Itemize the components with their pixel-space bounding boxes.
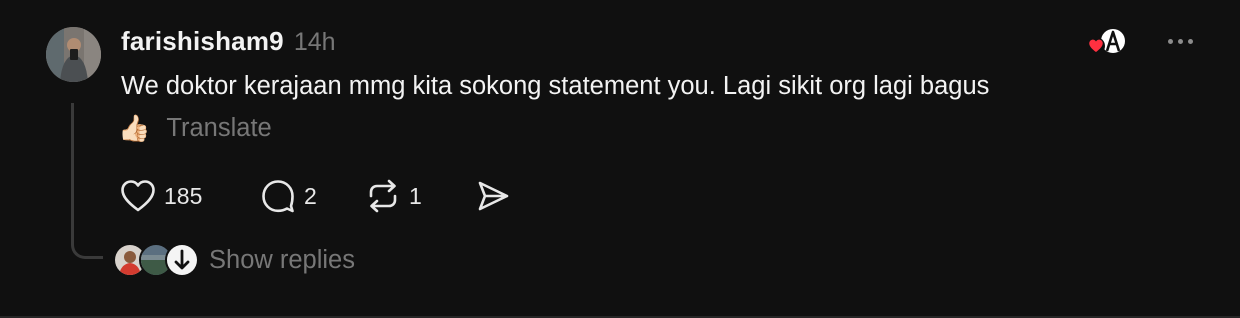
username[interactable]: farishisham9 bbox=[121, 26, 284, 57]
post-text: We doktor kerajaan mmg kita sokong state… bbox=[121, 72, 990, 100]
post-text-continued: 👍🏻 Translate bbox=[118, 112, 272, 144]
reply-button[interactable]: 2 bbox=[260, 178, 365, 214]
show-replies-link[interactable]: Show replies bbox=[209, 246, 355, 275]
replier-avatar bbox=[165, 243, 199, 277]
more-dot bbox=[1177, 38, 1183, 44]
more-dot bbox=[1187, 38, 1193, 44]
user-avatar[interactable] bbox=[46, 27, 101, 82]
heart-icon bbox=[121, 180, 155, 212]
repost-arrows-icon bbox=[369, 179, 397, 213]
comment-bubble-icon bbox=[262, 180, 294, 213]
avatar-image bbox=[46, 27, 101, 82]
like-button[interactable]: 185 bbox=[120, 179, 260, 213]
more-options-button[interactable] bbox=[1160, 28, 1200, 54]
thumbs-up-emoji: 👍🏻 bbox=[118, 113, 151, 143]
translate-link[interactable]: Translate bbox=[166, 114, 271, 143]
share-button[interactable] bbox=[475, 178, 511, 214]
reply-count: 2 bbox=[304, 182, 317, 209]
action-bar: 185 2 1 bbox=[120, 178, 511, 214]
post-header: farishisham9 14h bbox=[121, 26, 336, 57]
like-count: 185 bbox=[164, 182, 203, 209]
timestamp: 14h bbox=[293, 28, 336, 56]
thread-connector-line bbox=[71, 103, 103, 259]
repost-button[interactable]: 1 bbox=[365, 178, 475, 214]
reply-post: farishisham9 14h We doktor kerajaan mmg … bbox=[0, 0, 1240, 318]
author-like-badge-icon bbox=[1085, 26, 1129, 58]
more-dot bbox=[1167, 38, 1173, 44]
repost-count: 1 bbox=[409, 182, 422, 209]
send-icon bbox=[478, 181, 509, 211]
show-replies-row[interactable]: Show replies bbox=[113, 243, 355, 277]
